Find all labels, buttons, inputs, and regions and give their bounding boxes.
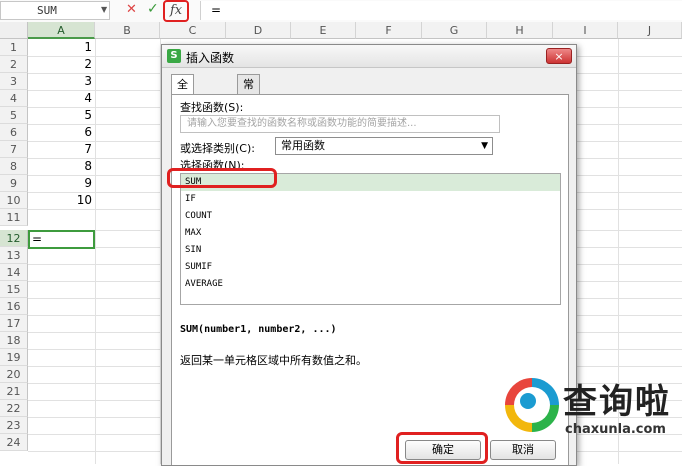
dialog-titlebar[interactable]: S 插入函数 × — [162, 45, 576, 68]
gridline — [95, 39, 96, 464]
cell-a9[interactable]: 9 — [28, 175, 92, 192]
function-item-count[interactable]: COUNT — [181, 208, 560, 225]
function-item-sumif[interactable]: SUMIF — [181, 259, 560, 276]
cell-a10[interactable]: 10 — [28, 192, 92, 209]
column-header-h[interactable]: H — [487, 22, 553, 39]
formula-value: = — [211, 3, 222, 17]
row-header[interactable]: 19 — [0, 349, 28, 366]
highlight-ok-button — [396, 432, 488, 464]
cell-a5[interactable]: 5 — [28, 107, 92, 124]
highlight-selected-function — [167, 168, 277, 188]
category-label: 或选择类别(C): — [180, 142, 255, 155]
function-item-sin[interactable]: SIN — [181, 242, 560, 259]
row-header[interactable]: 23 — [0, 417, 28, 434]
row-header[interactable]: 7 — [0, 141, 28, 158]
active-cell-value: = — [32, 232, 43, 246]
select-all-corner[interactable] — [0, 22, 28, 39]
column-header-d[interactable]: D — [226, 22, 291, 39]
watermark: 查询啦 chaxunla.com — [505, 372, 677, 452]
category-select[interactable]: 常用函数 ▼ — [275, 137, 493, 155]
row-header[interactable]: 16 — [0, 298, 28, 315]
check-icon[interactable]: ✓ — [147, 1, 159, 17]
function-description: 返回某一单元格区域中所有数值之和。 — [180, 354, 367, 367]
row-header[interactable]: 21 — [0, 383, 28, 400]
dialog-title: 插入函数 — [186, 51, 235, 65]
column-header-i[interactable]: I — [553, 22, 618, 39]
function-item-if[interactable]: IF — [181, 191, 560, 208]
column-header-j[interactable]: J — [618, 22, 682, 39]
function-list[interactable]: SUM IF COUNT MAX SIN SUMIF AVERAGE — [180, 173, 561, 305]
row-header[interactable]: 24 — [0, 434, 28, 451]
row-header[interactable]: 20 — [0, 366, 28, 383]
dialog-close-button[interactable]: × — [546, 48, 572, 64]
active-cell-a12[interactable]: = — [28, 230, 95, 249]
column-header-f[interactable]: F — [356, 22, 422, 39]
cell-a7[interactable]: 7 — [28, 141, 92, 158]
close-icon[interactable]: ✕ — [126, 2, 137, 17]
column-header-c[interactable]: C — [160, 22, 226, 39]
function-syntax: SUM(number1, number2, ...) — [180, 324, 337, 335]
name-box-value: SUM — [37, 4, 57, 17]
insert-function-button[interactable]: fx — [163, 0, 189, 22]
row-header-selected[interactable]: 12 — [0, 230, 28, 247]
row-header[interactable]: 22 — [0, 400, 28, 417]
row-header[interactable]: 5 — [0, 107, 28, 124]
row-header[interactable]: 4 — [0, 90, 28, 107]
row-header[interactable]: 11 — [0, 209, 28, 226]
tab-all-functions[interactable]: 全部函数 — [171, 74, 194, 148]
watermark-logo-icon — [505, 378, 559, 432]
fx-icon: fx — [170, 3, 183, 18]
function-item-max[interactable]: MAX — [181, 225, 560, 242]
category-value: 常用函数 — [281, 139, 325, 152]
row-header[interactable]: 3 — [0, 73, 28, 90]
search-label: 查找函数(S): — [180, 101, 244, 114]
cell-a6[interactable]: 6 — [28, 124, 92, 141]
row-header[interactable]: 9 — [0, 175, 28, 192]
cell-a1[interactable]: 1 — [28, 39, 92, 56]
row-header[interactable]: 15 — [0, 281, 28, 298]
cell-a8[interactable]: 8 — [28, 158, 92, 175]
row-header[interactable]: 2 — [0, 56, 28, 73]
watermark-url: chaxunla.com — [565, 422, 666, 437]
search-input[interactable]: 请输入您要查找的函数名称或函数功能的简要描述... — [180, 115, 500, 133]
cell-a3[interactable]: 3 — [28, 73, 92, 90]
column-header-g[interactable]: G — [422, 22, 487, 39]
cell-a4[interactable]: 4 — [28, 90, 92, 107]
row-header[interactable]: 17 — [0, 315, 28, 332]
column-header-b[interactable]: B — [95, 22, 160, 39]
cell-a2[interactable]: 2 — [28, 56, 92, 73]
chevron-down-icon[interactable]: ▼ — [101, 5, 107, 14]
watermark-text: 查询啦 — [563, 382, 671, 422]
chevron-down-icon: ▼ — [481, 141, 488, 151]
row-header[interactable]: 1 — [0, 39, 28, 56]
row-header[interactable]: 10 — [0, 192, 28, 209]
column-header-a[interactable]: A — [28, 22, 95, 39]
app-logo-icon: S — [167, 49, 181, 63]
name-box[interactable]: SUM ▼ — [0, 1, 110, 20]
row-header[interactable]: 14 — [0, 264, 28, 281]
row-header[interactable]: 6 — [0, 124, 28, 141]
formula-bar: SUM ▼ ✕ ✓ fx = — [0, 0, 682, 23]
row-header[interactable]: 8 — [0, 158, 28, 175]
row-header[interactable]: 18 — [0, 332, 28, 349]
column-header-e[interactable]: E — [291, 22, 356, 39]
formula-input[interactable]: = — [200, 1, 682, 20]
tab-common-formulas[interactable]: 常用公式 — [237, 74, 260, 148]
function-item-average[interactable]: AVERAGE — [181, 276, 560, 293]
row-header[interactable]: 13 — [0, 247, 28, 264]
